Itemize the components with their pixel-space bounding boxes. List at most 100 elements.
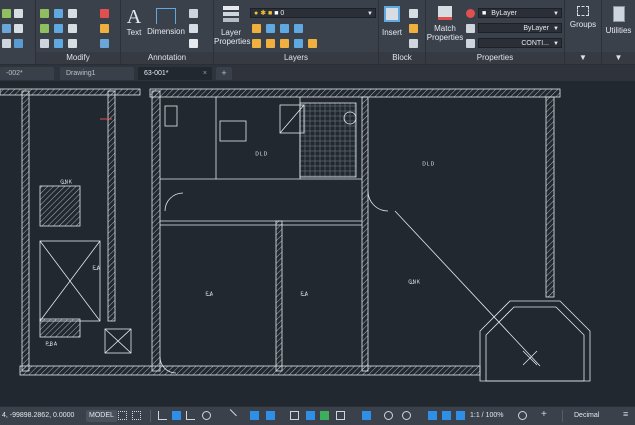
groups-panel: Groups ▼ [565, 0, 602, 64]
polyline-icon[interactable] [2, 9, 11, 18]
chevron-down-icon: ▼ [553, 41, 559, 47]
linear-dim-icon[interactable] [189, 9, 198, 18]
lineweight-combo-value: ByLayer [523, 25, 549, 32]
stretch-icon[interactable] [40, 39, 49, 48]
erase-icon[interactable] [100, 9, 109, 18]
table-insert-icon[interactable] [189, 39, 198, 48]
layer-tool-1-icon[interactable] [252, 24, 261, 33]
block-panel: Insert Block [379, 0, 426, 64]
layer-tool-7-icon[interactable] [280, 39, 289, 48]
model-space-button[interactable]: MODEL [86, 410, 117, 422]
autoscale-icon[interactable] [402, 411, 411, 420]
properties-panel-title[interactable]: Properties [426, 52, 564, 64]
color-combo-value: ByLayer [491, 10, 517, 17]
copy-icon[interactable] [40, 24, 49, 33]
layers-panel-title[interactable]: Layers [214, 52, 378, 64]
annotation-scale-icon[interactable] [428, 411, 437, 420]
layer-tool-2-icon[interactable] [266, 24, 275, 33]
layer-properties-button[interactable]: Layer Properties [214, 6, 250, 46]
rectangle-icon[interactable] [14, 24, 23, 33]
annotation-scale-2-icon[interactable] [442, 411, 451, 420]
match-properties-button[interactable]: Match Properties [426, 6, 464, 42]
color-combo[interactable]: ■ ByLayer ▼ [478, 8, 562, 18]
scale-icon[interactable] [54, 39, 63, 48]
annotation-visibility-icon[interactable] [384, 411, 393, 420]
new-tab-button[interactable]: + [216, 67, 232, 80]
groups-button-label: Groups [569, 20, 597, 29]
arc-icon[interactable] [14, 9, 23, 18]
block-panel-title[interactable]: Block [379, 52, 425, 64]
utilities-button[interactable]: Utilities [602, 6, 635, 35]
isodraft-icon[interactable] [186, 411, 195, 420]
status-bar: 4, -99898.2862, 0.0000 MODEL 1:1 / 100% … [0, 406, 635, 425]
layer-tool-8-icon[interactable] [294, 39, 303, 48]
layer-stack-icon [223, 6, 239, 24]
label-room-b: ᴱ̶ᴬ [92, 265, 100, 274]
offset-icon[interactable] [100, 39, 109, 48]
osnap-icon[interactable] [224, 409, 237, 422]
annotation-panel-title[interactable]: Annotation [121, 52, 213, 64]
3d-osnap-icon[interactable] [306, 411, 315, 420]
edit-block-icon[interactable] [409, 24, 418, 33]
dynamic-ucs-icon[interactable] [320, 411, 329, 420]
hatch-icon[interactable] [2, 24, 11, 33]
gizmo-icon[interactable] [362, 411, 371, 420]
explode-icon[interactable] [100, 24, 109, 33]
object-snap-tracking-icon[interactable] [202, 411, 211, 420]
layer-tool-6-icon[interactable] [266, 39, 275, 48]
text-button[interactable]: A Text [123, 6, 145, 37]
modify-panel-title[interactable]: Modify [36, 52, 120, 64]
groups-panel-title[interactable]: ▼ [565, 52, 601, 64]
selection-filter-icon[interactable] [336, 411, 345, 420]
coordinate-readout[interactable]: 4, -99898.2862, 0.0000 [2, 410, 74, 422]
linetype-combo[interactable]: CONTI... ▼ [478, 38, 562, 48]
layer-tool-4-icon[interactable] [294, 24, 303, 33]
fillet-icon[interactable] [68, 24, 77, 33]
layer-tool-3-icon[interactable] [280, 24, 289, 33]
dimension-button[interactable]: Dimension [147, 6, 185, 36]
snap-icon[interactable] [132, 411, 141, 420]
polar-icon[interactable] [172, 411, 181, 420]
groups-button[interactable]: Groups [565, 6, 601, 29]
create-block-icon[interactable] [409, 9, 418, 18]
table-icon[interactable] [14, 39, 23, 48]
lineweight-combo[interactable]: ByLayer ▼ [478, 23, 562, 33]
block-attr-icon[interactable] [409, 39, 418, 48]
menu-icon[interactable]: ≡ [622, 409, 631, 420]
selection-cycling-icon[interactable] [290, 411, 299, 420]
layer-tool-5-icon[interactable] [252, 39, 261, 48]
label-room-d: ᴾ̶ᴮᴬ [45, 341, 58, 350]
utilities-button-label: Utilities [605, 26, 632, 35]
layer-tool-9-icon[interactable] [308, 39, 317, 48]
insert-button[interactable]: Insert [379, 6, 405, 37]
plus-icon[interactable]: + [540, 409, 549, 420]
tab-drawing1[interactable]: Drawing1 [60, 67, 134, 80]
rotate-icon[interactable] [54, 9, 63, 18]
move-icon[interactable] [40, 9, 49, 18]
tab-63-001[interactable]: 63-001* × [138, 67, 212, 80]
trim-icon[interactable] [68, 9, 77, 18]
match-properties-label-1: Match [434, 24, 456, 33]
insert-block-icon [384, 6, 400, 22]
lineweight-toggle-icon[interactable] [250, 411, 259, 420]
wall-left-2 [107, 90, 116, 322]
ortho-icon[interactable] [158, 411, 167, 420]
layer-combo[interactable]: ● ✱ ■ ■ 0 ▼ [250, 8, 376, 18]
close-icon[interactable]: × [203, 67, 207, 80]
utilities-panel-title[interactable]: ▼ [602, 52, 635, 64]
leader-icon[interactable] [189, 24, 198, 33]
region-icon[interactable] [2, 39, 11, 48]
gear-icon[interactable] [518, 411, 527, 420]
grid-icon[interactable] [118, 411, 127, 420]
transparency-icon[interactable] [266, 411, 275, 420]
drawing-canvas[interactable]: ᴳ̶ᴺᴷ ᴱ̶ᴬ ᴰᴸᴰ ᴾ̶ᴮᴬ ᴱ̶ᴬ ᴱ̶ᴬ ᴳ̶ᴺᴷ ᴰᴸᴰ [0, 81, 635, 406]
annotation-scale-3-icon[interactable] [456, 411, 465, 420]
text-icon: A [126, 6, 142, 28]
mirror-icon[interactable] [54, 24, 63, 33]
tab-file-002[interactable]: -002* [0, 67, 54, 80]
annotation-scale-readout[interactable]: 1:1 / 100% [470, 410, 503, 422]
array-icon[interactable] [68, 39, 77, 48]
units-readout[interactable]: Decimal [574, 410, 599, 422]
dimension-icon [156, 8, 176, 24]
calculator-icon [612, 6, 625, 22]
